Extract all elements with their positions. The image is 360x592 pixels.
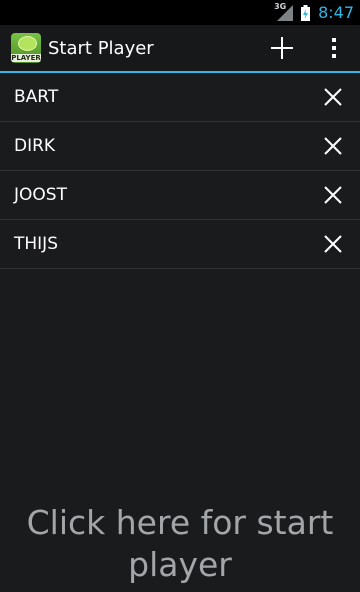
start-badge-icon: [18, 36, 37, 51]
player-name: JOOST: [14, 185, 67, 205]
delete-player-button[interactable]: [308, 122, 358, 170]
battery-icon: [301, 4, 311, 21]
start-player-label: Click here for start player: [26, 502, 334, 584]
overflow-menu-button[interactable]: [308, 25, 360, 71]
list-item[interactable]: JOOST: [0, 171, 360, 220]
list-item[interactable]: DIRK: [0, 122, 360, 171]
action-bar: PLAYER Start Player: [0, 25, 360, 73]
delete-player-button[interactable]: [308, 171, 358, 219]
player-name: THIJS: [14, 234, 58, 254]
plus-icon: [271, 37, 293, 59]
overflow-menu-icon: [332, 38, 336, 58]
app-icon[interactable]: PLAYER: [11, 33, 41, 63]
list-item[interactable]: THIJS: [0, 220, 360, 269]
close-icon: [324, 88, 342, 106]
page-title: Start Player: [48, 37, 154, 59]
close-icon: [324, 186, 342, 204]
start-player-button[interactable]: Click here for start player: [0, 495, 360, 592]
player-list: BART DIRK JOOST THIJS: [0, 73, 360, 269]
delete-player-button[interactable]: [308, 73, 358, 121]
player-name: DIRK: [14, 136, 56, 156]
app-icon-label: PLAYER: [11, 54, 41, 62]
signal-icon: 3G: [274, 1, 295, 21]
status-bar: 3G 8:47: [0, 0, 360, 25]
add-player-button[interactable]: [256, 25, 308, 71]
player-name: BART: [14, 87, 59, 107]
clock: 8:47: [318, 3, 354, 22]
close-icon: [324, 235, 342, 253]
delete-player-button[interactable]: [308, 220, 358, 268]
close-icon: [324, 137, 342, 155]
list-item[interactable]: BART: [0, 73, 360, 122]
network-type: 3G: [274, 1, 287, 11]
